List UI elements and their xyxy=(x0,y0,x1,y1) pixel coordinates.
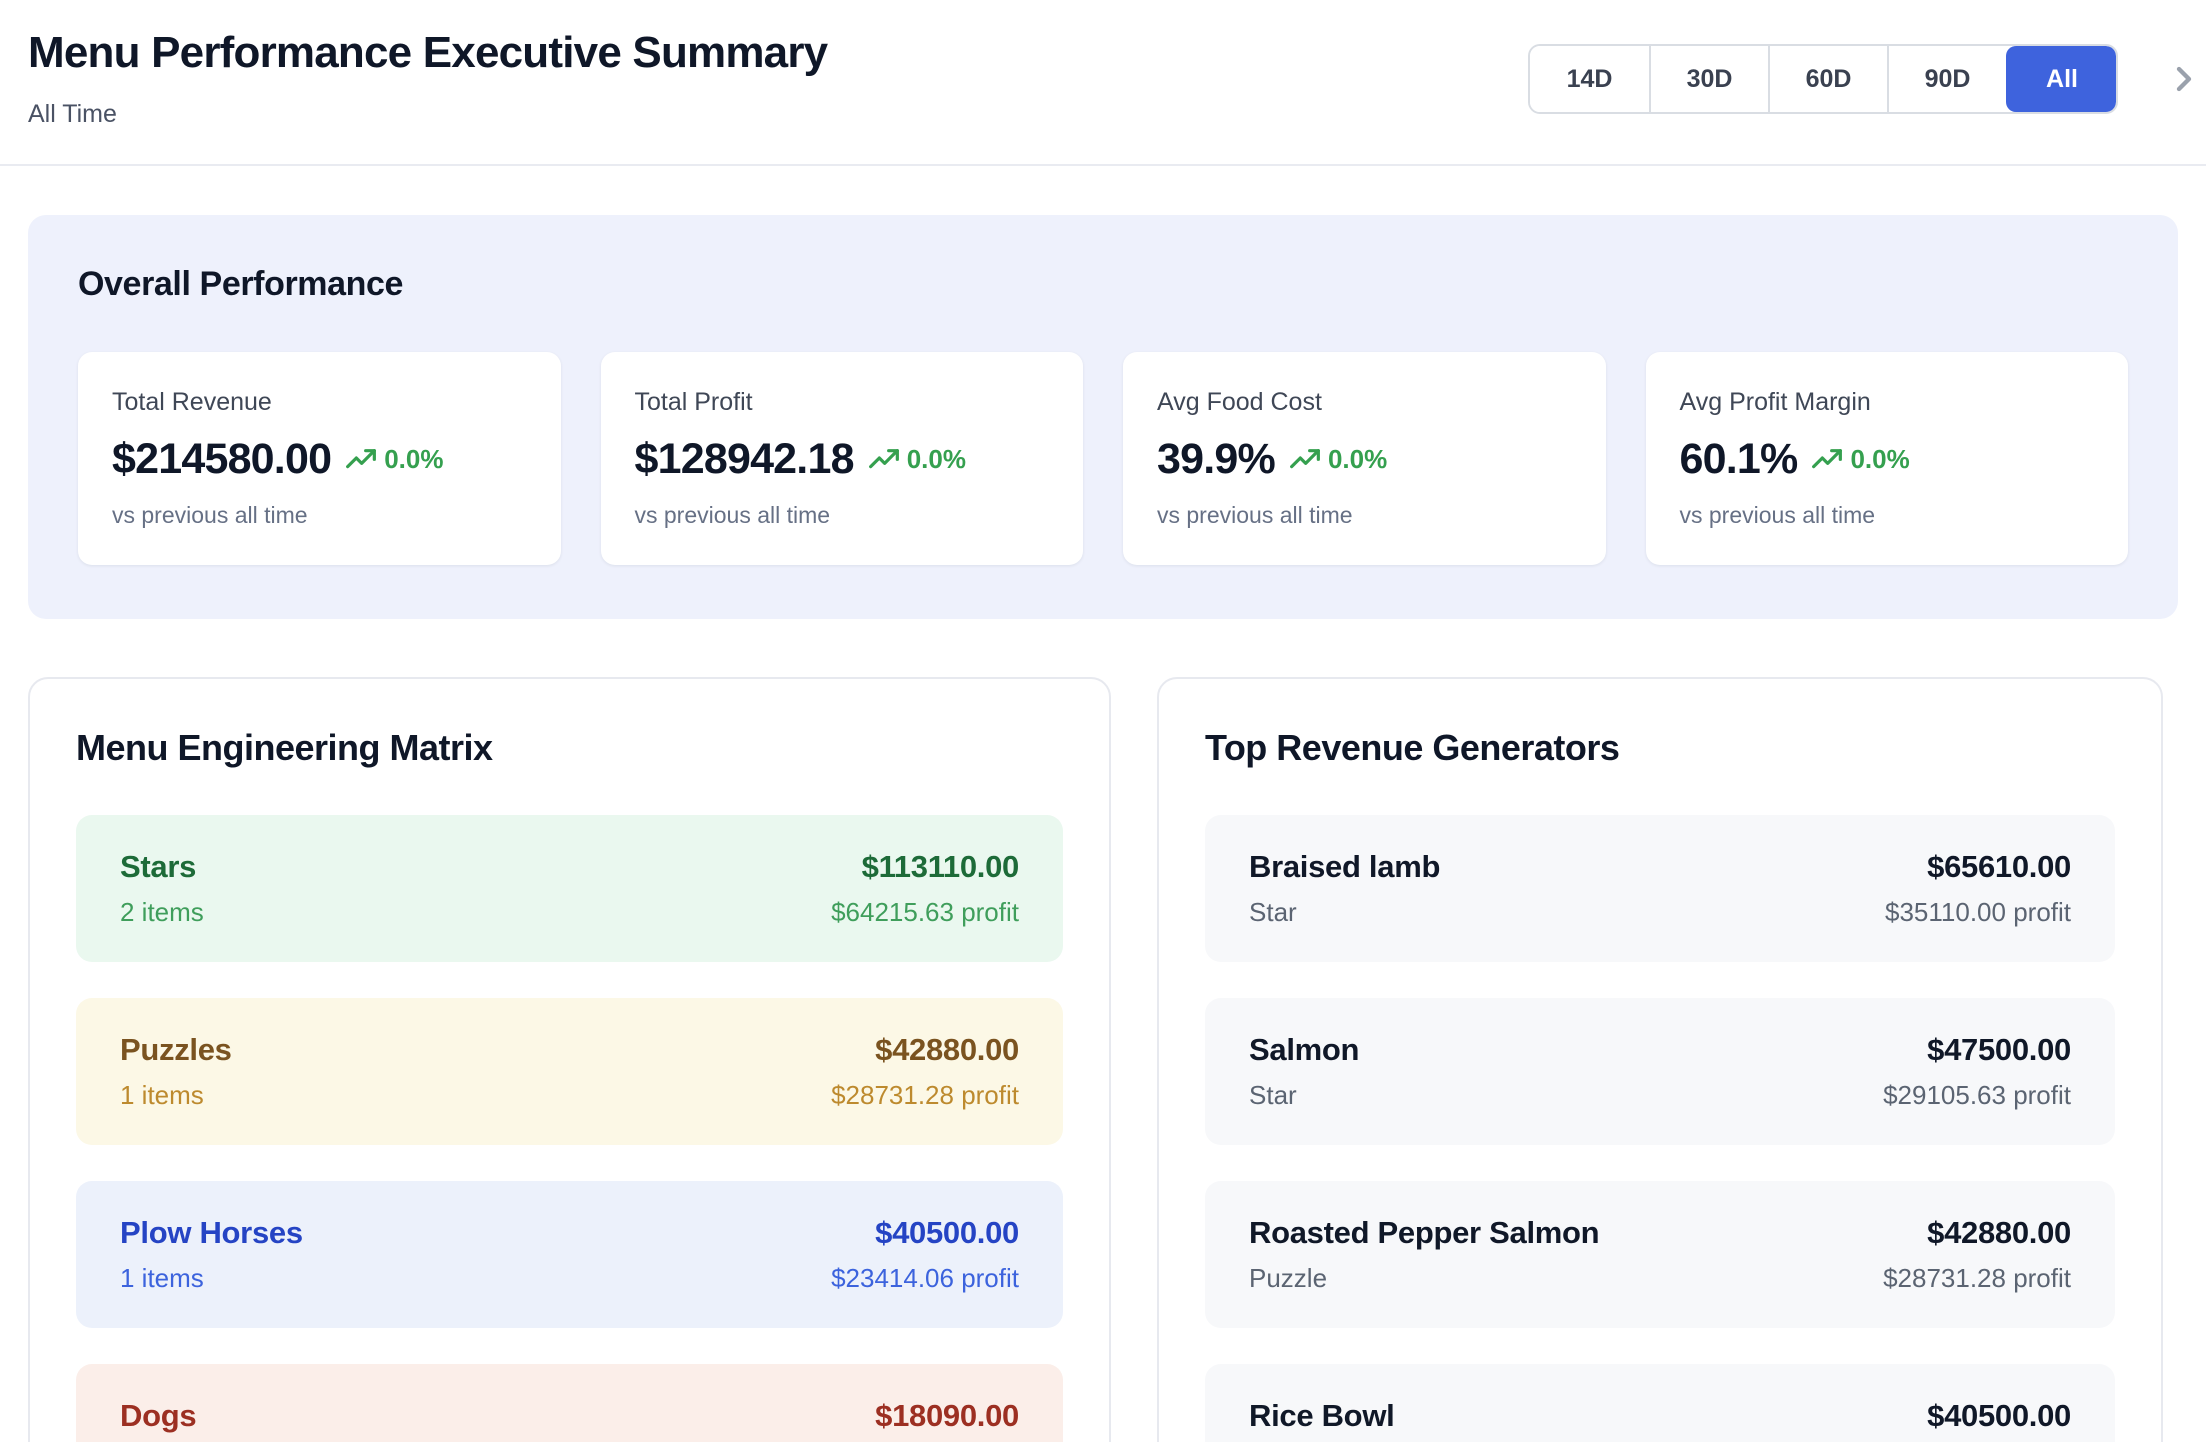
trending-up-icon xyxy=(1811,444,1843,476)
page-title: Menu Performance Executive Summary xyxy=(28,28,827,78)
matrix-heading: Menu Engineering Matrix xyxy=(76,727,1063,769)
time-range-all[interactable]: All xyxy=(2006,46,2116,112)
kpi-trend: 0.0% xyxy=(345,444,443,476)
item-category: Star xyxy=(1249,1080,1359,1111)
quadrant-revenue: $113110.00 xyxy=(831,849,1019,885)
item-category: Puzzle xyxy=(1249,1263,1599,1294)
quadrant-item-count: 1 items xyxy=(120,1263,303,1294)
kpi-comparison-label: vs previous all time xyxy=(1157,502,1572,529)
time-range-60d[interactable]: 60D xyxy=(1768,46,1887,112)
menu-engineering-matrix-panel: Menu Engineering Matrix Stars 2 items $1… xyxy=(28,677,1111,1442)
page-header: Menu Performance Executive Summary All T… xyxy=(0,0,2206,166)
kpi-trend: 0.0% xyxy=(1289,444,1387,476)
top-revenue-generators-panel: Top Revenue Generators Braised lamb Star… xyxy=(1157,677,2163,1442)
item-profit: $28731.28 profit xyxy=(1883,1263,2071,1294)
item-name: Salmon xyxy=(1249,1032,1359,1068)
kpi-label: Total Revenue xyxy=(112,388,527,417)
kpi-label: Total Profit xyxy=(635,388,1050,417)
trending-up-icon xyxy=(345,444,377,476)
overall-performance-heading: Overall Performance xyxy=(78,265,2128,304)
kpi-label: Avg Profit Margin xyxy=(1680,388,2095,417)
revenue-row-rice-bowl: Rice Bowl Plow Horse $40500.00 $23414.06… xyxy=(1205,1364,2115,1442)
matrix-row-plow-horses: Plow Horses 1 items $40500.00 $23414.06 … xyxy=(76,1181,1063,1328)
quadrant-name: Dogs xyxy=(120,1398,204,1434)
kpi-card-avg-profit-margin: Avg Profit Margin 60.1% 0.0% vs previous… xyxy=(1646,352,2129,565)
item-profit: $35110.00 profit xyxy=(1885,897,2071,928)
kpi-value: 60.1% xyxy=(1680,435,1798,484)
time-range-14d[interactable]: 14D xyxy=(1530,46,1649,112)
kpi-value: $128942.18 xyxy=(635,435,854,484)
kpi-card-total-revenue: Total Revenue $214580.00 0.0% vs previou… xyxy=(78,352,561,565)
quadrant-item-count: 2 items xyxy=(120,897,204,928)
revenue-row-braised-lamb: Braised lamb Star $65610.00 $35110.00 pr… xyxy=(1205,815,2115,962)
quadrant-name: Puzzles xyxy=(120,1032,232,1068)
header-titles: Menu Performance Executive Summary All T… xyxy=(28,26,827,129)
kpi-label: Avg Food Cost xyxy=(1157,388,1572,417)
page-subtitle: All Time xyxy=(28,100,827,129)
kpi-comparison-label: vs previous all time xyxy=(112,502,527,529)
kpi-card-avg-food-cost: Avg Food Cost 39.9% 0.0% vs previous all… xyxy=(1123,352,1606,565)
time-range-90d[interactable]: 90D xyxy=(1887,46,2006,112)
quadrant-profit: $23414.06 profit xyxy=(831,1263,1019,1294)
item-profit: $29105.63 profit xyxy=(1883,1080,2071,1111)
item-revenue: $42880.00 xyxy=(1883,1215,2071,1251)
kpi-trend: 0.0% xyxy=(1811,444,1909,476)
item-revenue: $65610.00 xyxy=(1885,849,2071,885)
trending-up-icon xyxy=(1289,444,1321,476)
quadrant-name: Stars xyxy=(120,849,204,885)
quadrant-profit: $64215.63 profit xyxy=(831,897,1019,928)
matrix-row-puzzles: Puzzles 1 items $42880.00 $28731.28 prof… xyxy=(76,998,1063,1145)
quadrant-profit: $28731.28 profit xyxy=(831,1080,1019,1111)
kpi-comparison-label: vs previous all time xyxy=(1680,502,2095,529)
item-category: Star xyxy=(1249,897,1440,928)
time-range-selector: 14D 30D 60D 90D All xyxy=(1528,44,2118,114)
revenue-row-salmon: Salmon Star $47500.00 $29105.63 profit xyxy=(1205,998,2115,1145)
overall-performance-section: Overall Performance Total Revenue $21458… xyxy=(28,215,2178,619)
kpi-trend: 0.0% xyxy=(868,444,966,476)
time-range-30d[interactable]: 30D xyxy=(1649,46,1768,112)
quadrant-item-count: 1 items xyxy=(120,1080,232,1111)
item-revenue: $47500.00 xyxy=(1883,1032,2071,1068)
chevron-right-icon[interactable] xyxy=(2164,59,2204,99)
kpi-value: 39.9% xyxy=(1157,435,1275,484)
matrix-row-dogs: Dogs 1 items $18090.00 $12581.22 profit xyxy=(76,1364,1063,1442)
matrix-row-stars: Stars 2 items $113110.00 $64215.63 profi… xyxy=(76,815,1063,962)
item-revenue: $40500.00 xyxy=(1883,1398,2071,1434)
panels-row: Menu Engineering Matrix Stars 2 items $1… xyxy=(28,677,2178,1442)
top-revenue-heading: Top Revenue Generators xyxy=(1205,727,2115,769)
kpi-grid: Total Revenue $214580.00 0.0% vs previou… xyxy=(78,352,2128,565)
quadrant-revenue: $18090.00 xyxy=(831,1398,1019,1434)
trending-up-icon xyxy=(868,444,900,476)
quadrant-name: Plow Horses xyxy=(120,1215,303,1251)
quadrant-revenue: $40500.00 xyxy=(831,1215,1019,1251)
item-name: Braised lamb xyxy=(1249,849,1440,885)
header-controls: 14D 30D 60D 90D All xyxy=(1528,44,2198,114)
kpi-card-total-profit: Total Profit $128942.18 0.0% vs previous… xyxy=(601,352,1084,565)
item-name: Roasted Pepper Salmon xyxy=(1249,1215,1599,1251)
kpi-comparison-label: vs previous all time xyxy=(635,502,1050,529)
item-name: Rice Bowl xyxy=(1249,1398,1394,1434)
quadrant-revenue: $42880.00 xyxy=(831,1032,1019,1068)
top-revenue-row-list: Braised lamb Star $65610.00 $35110.00 pr… xyxy=(1205,815,2115,1442)
revenue-row-roasted-pepper-salmon: Roasted Pepper Salmon Puzzle $42880.00 $… xyxy=(1205,1181,2115,1328)
matrix-row-list: Stars 2 items $113110.00 $64215.63 profi… xyxy=(76,815,1063,1442)
kpi-value: $214580.00 xyxy=(112,435,331,484)
